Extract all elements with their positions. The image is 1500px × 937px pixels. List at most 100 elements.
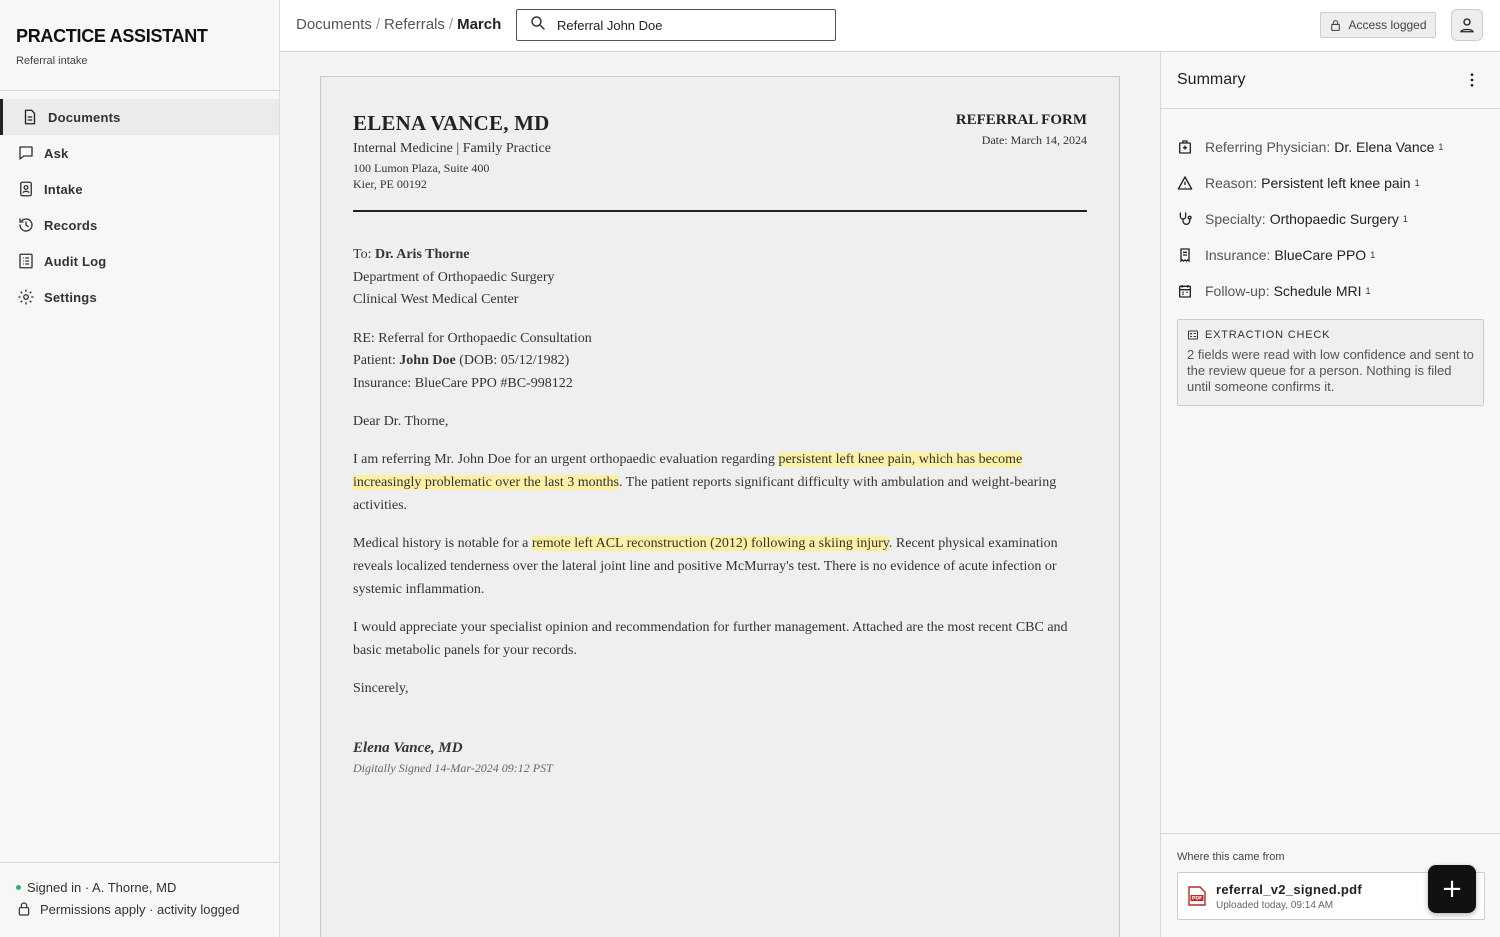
fact-label: Referring Physician: [1205, 139, 1331, 155]
paragraph-3: I would appreciate your specialist opini… [353, 620, 1068, 658]
doctor-address-line2: Kier, PE 00192 [353, 177, 427, 191]
top-bar: Documents/Referrals/March Access logged [280, 0, 1500, 52]
fact-insurance[interactable]: Insurance: BlueCare PPO 1 [1177, 237, 1484, 273]
fact-specialty[interactable]: Specialty: Orthopaedic Surgery 1 [1177, 201, 1484, 237]
letterhead: ELENA VANCE, MD Internal Medicine | Fami… [353, 111, 1087, 212]
breadcrumb-documents[interactable]: Documents [296, 16, 372, 33]
document-viewer: ELENA VANCE, MD Internal Medicine | Fami… [280, 52, 1160, 937]
signed-in-status: Signed in · A. Thorne, MD [16, 880, 263, 895]
recipient-block: To: Dr. Aris Thorne Department of Orthop… [353, 244, 1087, 312]
fact-value: Schedule MRI [1273, 283, 1362, 299]
sidebar-item-documents[interactable]: Documents [0, 99, 279, 135]
citation-ref[interactable]: 1 [1403, 214, 1408, 224]
permissions-text: Permissions apply · activity logged [40, 901, 240, 917]
paragraph-text: Medical history is notable for a [353, 536, 532, 551]
fact-label: Reason: [1205, 175, 1258, 191]
fact-label: Follow-up: [1205, 283, 1270, 299]
sidebar: PRACTICE ASSISTANT Referral intake Docum… [0, 0, 280, 937]
sidebar-nav: Documents Ask Intake Records Audit Log S… [0, 91, 279, 315]
fact-follow-up[interactable]: Follow-up: Schedule MRI 1 [1177, 273, 1484, 309]
highlighted-history[interactable]: remote left ACL reconstruction (2012) fo… [531, 536, 889, 551]
sidebar-item-ask[interactable]: Ask [0, 135, 279, 171]
fact-reason[interactable]: Reason: Persistent left knee pain 1 [1177, 165, 1484, 201]
fact-label: Insurance: [1205, 247, 1271, 263]
lock-icon [16, 901, 32, 917]
clipboard-user-icon [16, 179, 36, 199]
brand: PRACTICE ASSISTANT Referral intake [0, 0, 279, 91]
list-icon [16, 251, 36, 271]
referral-document: ELENA VANCE, MD Internal Medicine | Fami… [320, 76, 1120, 937]
add-button[interactable]: + [1428, 865, 1476, 913]
source-file-name: referral_v2_signed.pdf [1216, 881, 1363, 897]
breadcrumb-separator: / [375, 16, 381, 33]
citation-ref[interactable]: 1 [1438, 142, 1443, 152]
permissions-notice: Permissions apply · activity logged [16, 901, 263, 917]
citation-ref[interactable]: 1 [1370, 250, 1375, 260]
extraction-check-body: 2 fields were read with low confidence a… [1187, 347, 1474, 394]
hospital-icon [1177, 139, 1193, 155]
doctor-specialty: Internal Medicine | Family Practice [353, 141, 551, 156]
lock-icon [1331, 19, 1341, 31]
recipient-department: Department of Orthopaedic Surgery [353, 269, 555, 285]
sidebar-item-intake[interactable]: Intake [0, 171, 279, 207]
paragraph-2: Medical history is notable for a remote … [353, 532, 1087, 601]
citation-ref[interactable]: 1 [1366, 286, 1371, 296]
extraction-check-card: EXTRACTION CHECK 2 fields were read with… [1177, 319, 1484, 406]
fact-referring-physician[interactable]: Referring Physician: Dr. Elena Vance 1 [1177, 129, 1484, 165]
pdf-file-icon: PDF [1188, 886, 1206, 906]
sidebar-item-records[interactable]: Records [0, 207, 279, 243]
fact-label: Specialty: [1205, 211, 1266, 227]
recipient-name: Dr. Aris Thorne [374, 247, 470, 262]
svg-text:PDF: PDF [1192, 896, 1202, 902]
stethoscope-icon [1177, 211, 1193, 227]
citation-ref[interactable]: 1 [1415, 178, 1420, 188]
summary-title: Summary [1177, 71, 1246, 88]
to-prefix: To: [353, 247, 375, 262]
sidebar-item-audit-log[interactable]: Audit Log [0, 243, 279, 279]
gear-icon [16, 287, 36, 307]
user-avatar-button[interactable] [1451, 9, 1483, 41]
extraction-check-heading: EXTRACTION CHECK [1205, 329, 1331, 341]
app-subtitle: Referral intake [16, 55, 88, 67]
sidebar-item-label: Settings [44, 289, 97, 305]
calendar-icon [1177, 283, 1193, 299]
summary-panel: Summary Referring Physician: Dr. Elena V… [1160, 52, 1500, 937]
search-box [516, 9, 836, 41]
more-options-icon[interactable] [1460, 68, 1484, 92]
sidebar-footer: Signed in · A. Thorne, MD Permissions ap… [0, 862, 279, 937]
fact-value: Orthopaedic Surgery [1269, 211, 1399, 227]
recipient-line: To: Dr. Aris Thorne [353, 244, 1087, 267]
regarding-line: RE: Referral for Orthopaedic Consultatio… [353, 330, 592, 346]
greeting: Dear Dr. Thorne, [353, 414, 449, 429]
sidebar-item-label: Ask [44, 145, 69, 161]
signature-stamp: Digitally Signed 14-Mar-2024 09:12 PST [353, 761, 553, 775]
user-icon [1460, 18, 1474, 33]
patient-name: John Doe [399, 353, 456, 368]
recipient-organization: Clinical West Medical Center [353, 292, 519, 307]
closing: Sincerely, [353, 681, 409, 696]
paragraph-1: I am referring Mr. John Doe for an urgen… [353, 448, 1087, 517]
sidebar-item-settings[interactable]: Settings [0, 279, 279, 315]
signature-name: Elena Vance, MD [353, 740, 463, 756]
sidebar-item-label: Documents [48, 109, 121, 125]
patient-prefix: Patient: [353, 353, 400, 368]
search-input[interactable] [557, 17, 817, 33]
source-label: Where this came from [1177, 851, 1285, 863]
online-status-dot [16, 885, 21, 890]
regarding-block: RE: Referral for Orthopaedic Consultatio… [353, 328, 1087, 396]
sidebar-item-label: Intake [44, 181, 83, 197]
paragraph-text: I am referring Mr. John Doe for an urgen… [353, 452, 779, 467]
breadcrumb-referrals[interactable]: Referrals [384, 16, 445, 33]
patient-dob: (DOB: 05/12/1982) [455, 353, 570, 368]
doctor-name: ELENA VANCE, MD [353, 111, 550, 135]
extraction-check-title: EXTRACTION CHECK [1187, 329, 1474, 341]
summary-header: Summary [1161, 52, 1500, 109]
checklist-icon [1188, 330, 1198, 340]
summary-facts: Referring Physician: Dr. Elena Vance 1 R… [1161, 109, 1500, 309]
history-icon [16, 215, 36, 235]
chat-icon [16, 143, 36, 163]
breadcrumb-current: March [457, 16, 502, 33]
receipt-icon [1177, 247, 1193, 263]
app-title: PRACTICE ASSISTANT [16, 26, 208, 46]
fact-value: BlueCare PPO [1274, 247, 1367, 263]
